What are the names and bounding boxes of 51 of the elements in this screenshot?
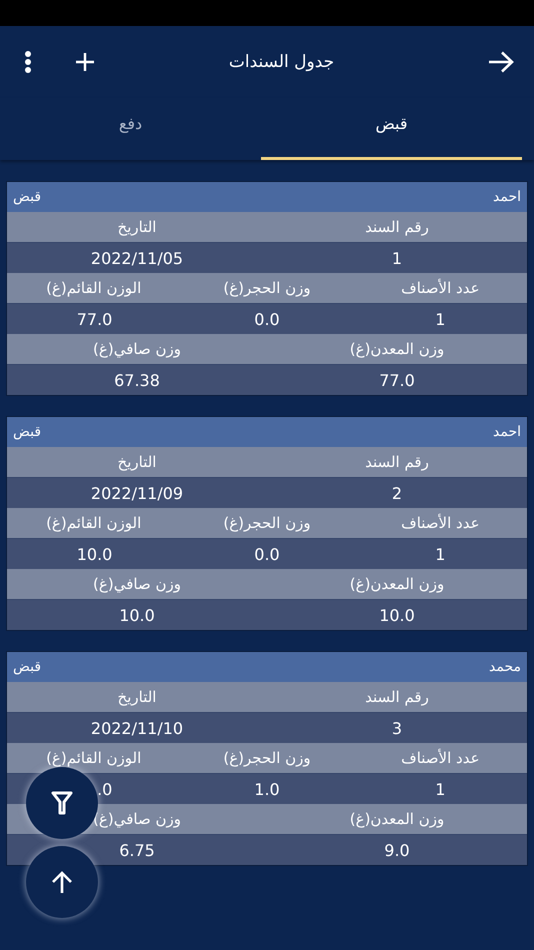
tab[interactable]: قبض	[261, 98, 522, 160]
tab[interactable]: دفع	[0, 98, 261, 160]
field-label: رقم السند	[365, 218, 429, 236]
field-label: التاريخ	[118, 218, 156, 236]
field-value: 10.0	[76, 544, 112, 564]
field-value: 2022/11/10	[90, 718, 184, 738]
customer-name: محمد	[489, 659, 521, 675]
field-label: وزن المعدن(غ)	[350, 810, 444, 828]
voucher-type: قبض	[13, 189, 42, 205]
field-label: رقم السند	[365, 688, 429, 706]
field-value: 10.0	[119, 606, 155, 624]
field-label: التاريخ	[118, 453, 156, 471]
voucher-type: قبض	[13, 424, 42, 440]
field-value: 6.75	[119, 840, 155, 860]
field-label: عدد الأصناف	[401, 749, 480, 767]
voucher-type: قبض	[13, 659, 42, 675]
field-label: وزن صافي(غ)	[93, 340, 181, 358]
field-label: عدد الأصناف	[401, 279, 480, 297]
field-label: التاريخ	[118, 688, 156, 706]
field-label: وزن الحجر(غ)	[223, 749, 311, 767]
field-value: 67.38	[114, 370, 160, 390]
customer-name: احمد	[493, 424, 521, 440]
field-value: 1	[435, 544, 446, 564]
field-value: 0.0	[254, 310, 280, 328]
field-value: .0	[97, 780, 112, 798]
field-value: 9.0	[384, 840, 410, 860]
field-value: 1.0	[254, 780, 280, 798]
screen-title: جدول السندات	[228, 52, 336, 72]
field-value: 1	[392, 248, 402, 268]
field-label: وزن صافي(غ)	[93, 575, 181, 593]
field-value: 2022/11/05	[90, 248, 184, 268]
field-label: وزن المعدن(غ)	[350, 340, 444, 358]
field-value: 3	[392, 718, 402, 738]
field-label: الوزن القائم(غ)	[46, 514, 142, 532]
field-label: وزن الحجر(غ)	[223, 279, 311, 297]
field-value: 10.0	[379, 606, 415, 624]
field-label: الوزن القائم(غ)	[46, 749, 142, 767]
field-label: رقم السند	[365, 453, 429, 471]
customer-name: احمد	[493, 189, 521, 205]
field-label: عدد الأصناف	[401, 514, 480, 532]
field-value: 0.0	[254, 544, 280, 564]
field-value: 77.0	[76, 310, 112, 328]
field-label: وزن صافي(غ)	[93, 810, 181, 828]
field-value: 1	[435, 310, 446, 328]
field-value: 77.0	[379, 370, 415, 390]
field-value: 2	[392, 484, 402, 502]
field-value: 1	[435, 780, 446, 798]
field-label: الوزن القائم(غ)	[46, 279, 142, 297]
field-label: وزن المعدن(غ)	[350, 575, 444, 593]
field-value: 2022/11/09	[90, 484, 184, 502]
field-label: وزن الحجر(غ)	[223, 514, 311, 532]
